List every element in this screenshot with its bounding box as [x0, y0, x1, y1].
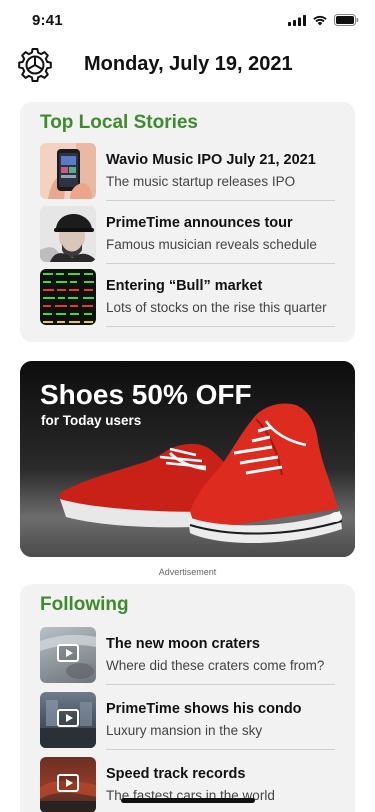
video-item[interactable]: The new moon craters Where did these cra…	[40, 627, 335, 685]
status-time: 9:41	[32, 12, 63, 29]
video-item[interactable]: Speed track records The fastest cars in …	[40, 757, 335, 812]
following-card: Following The new moon craters Where did…	[20, 584, 355, 812]
divider	[106, 326, 335, 327]
status-icons	[288, 14, 359, 26]
story-thumbnail	[40, 143, 96, 199]
home-indicator[interactable]	[121, 798, 255, 803]
video-thumbnail	[40, 757, 96, 812]
divider	[106, 749, 335, 750]
story-title: PrimeTime announces tour	[106, 215, 293, 231]
section-title: Top Local Stories	[40, 112, 199, 133]
settings-button[interactable]	[18, 48, 52, 82]
play-icon	[57, 709, 79, 727]
signal-icon	[288, 14, 306, 26]
story-text: Wavio Music IPO July 21, 2021 The music …	[106, 152, 335, 189]
story-subtitle: Lots of stocks on the rise this quarter	[106, 300, 327, 315]
story-text: Entering “Bull” market Lots of stocks on…	[106, 278, 335, 315]
video-text: The new moon craters Where did these cra…	[106, 636, 335, 673]
ad-headline: Shoes 50% OFF	[40, 379, 252, 410]
video-subtitle: Luxury mansion in the sky	[106, 723, 263, 738]
story-thumbnail	[40, 269, 96, 325]
ad-banner[interactable]: Shoes 50% OFF for Today users	[20, 361, 355, 557]
divider	[106, 263, 335, 264]
video-subtitle: Where did these craters come from?	[106, 658, 325, 673]
play-icon	[57, 774, 79, 792]
story-subtitle: Famous musician reveals schedule	[106, 237, 317, 252]
story-subtitle: The music startup releases IPO	[106, 174, 296, 189]
story-text: PrimeTime announces tour Famous musician…	[106, 215, 335, 252]
video-text: PrimeTime shows his condo Luxury mansion…	[106, 701, 335, 738]
section-title: Following	[40, 594, 129, 615]
top-stories-card: Top Local Stories Wavio Music IPO July 2…	[20, 102, 355, 342]
ad-subline: for Today users	[41, 413, 142, 428]
header: Monday, July 19, 2021	[0, 44, 375, 92]
video-thumbnail	[40, 627, 96, 683]
video-thumbnail	[40, 692, 96, 748]
divider	[106, 684, 335, 685]
video-title: The new moon craters	[106, 636, 260, 652]
story-thumbnail	[40, 206, 96, 262]
gear-icon	[18, 48, 52, 82]
video-title: Speed track records	[106, 766, 246, 782]
story-item[interactable]: Entering “Bull” market Lots of stocks on…	[40, 269, 335, 327]
page-title: Monday, July 19, 2021	[84, 53, 293, 75]
wifi-icon	[313, 15, 327, 25]
ad-caption: Advertisement	[158, 567, 217, 577]
battery-icon	[334, 14, 359, 26]
story-title: Wavio Music IPO July 21, 2021	[106, 152, 316, 168]
divider	[106, 200, 335, 201]
story-item[interactable]: PrimeTime announces tour Famous musician…	[40, 206, 335, 264]
play-icon	[57, 644, 79, 662]
story-title: Entering “Bull” market	[106, 278, 263, 294]
video-title: PrimeTime shows his condo	[106, 701, 302, 717]
video-item[interactable]: PrimeTime shows his condo Luxury mansion…	[40, 692, 335, 750]
status-bar: 9:41	[0, 0, 375, 44]
story-item[interactable]: Wavio Music IPO July 21, 2021 The music …	[40, 143, 335, 201]
